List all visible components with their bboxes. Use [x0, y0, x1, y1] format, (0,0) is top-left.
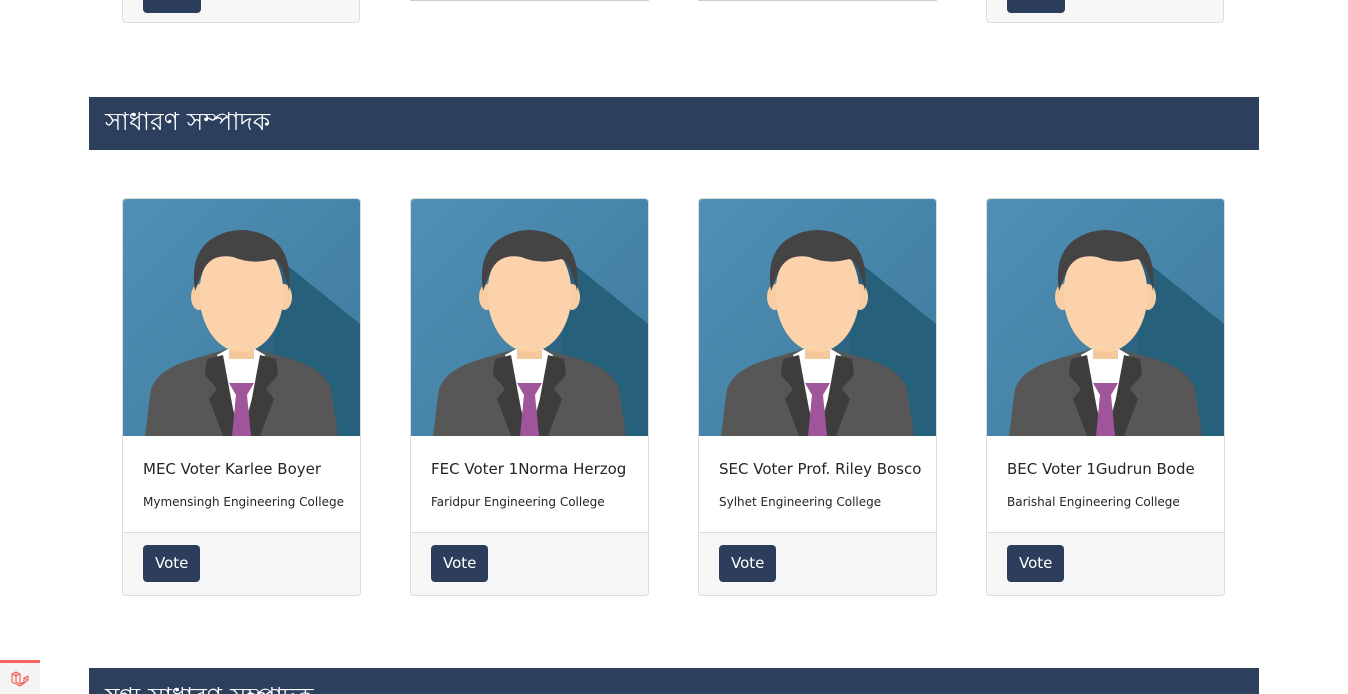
candidate-college: Sylhet Engineering College: [719, 495, 882, 509]
page: সাধারণ সম্পাদক MEC Voter Karlee Boyer My…: [0, 0, 1348, 694]
person-avatar-icon: [411, 199, 648, 436]
card-footer: Vote: [411, 532, 648, 595]
candidate-card: BEC Voter 1Gudrun Bode Barishal Engineer…: [986, 198, 1225, 596]
person-avatar-icon: [987, 199, 1224, 436]
card-body: FEC Voter 1Norma Herzog Faridpur Enginee…: [411, 436, 648, 532]
vote-button[interactable]: Vote: [431, 545, 489, 582]
person-avatar-icon: [699, 199, 936, 436]
card-footer: Vote: [699, 532, 936, 595]
previous-card-3-edge: [698, 0, 937, 1]
candidate-name: BEC Voter 1Gudrun Bode: [1007, 460, 1195, 478]
candidate-name: SEC Voter Prof. Riley Bosco: [719, 460, 922, 478]
section-header-general-secretary: সাধারণ সম্পাদক: [89, 97, 1259, 150]
vote-button[interactable]: Vote: [719, 545, 777, 582]
candidate-card: MEC Voter Karlee Boyer Mymensingh Engine…: [122, 198, 361, 596]
laravel-icon: [11, 670, 29, 687]
debugbar-toggle[interactable]: [0, 660, 40, 694]
candidate-college: Faridpur Engineering College: [431, 495, 605, 509]
card-body: BEC Voter 1Gudrun Bode Barishal Engineer…: [987, 436, 1224, 532]
previous-vote-button[interactable]: [1007, 0, 1065, 13]
vote-button[interactable]: Vote: [143, 545, 201, 582]
previous-vote-button[interactable]: [143, 0, 201, 13]
candidate-college: Mymensingh Engineering College: [143, 495, 344, 509]
candidate-name: FEC Voter 1Norma Herzog: [431, 460, 627, 478]
previous-card-2-edge: [410, 0, 649, 1]
card-footer: Vote: [123, 532, 360, 595]
candidate-name: MEC Voter Karlee Boyer: [143, 460, 322, 478]
card-body: SEC Voter Prof. Riley Bosco Sylhet Engin…: [699, 436, 936, 532]
previous-card-1: [122, 0, 360, 23]
card-body: MEC Voter Karlee Boyer Mymensingh Engine…: [123, 436, 360, 532]
candidate-card: FEC Voter 1Norma Herzog Faridpur Enginee…: [410, 198, 649, 596]
previous-card-4: [986, 0, 1224, 23]
candidate-college: Barishal Engineering College: [1007, 495, 1180, 509]
section-title: যুগ্ম সাধারণ সম্পাদক: [105, 677, 313, 694]
person-avatar-icon: [123, 199, 360, 436]
card-footer: Vote: [987, 532, 1224, 595]
candidate-card: SEC Voter Prof. Riley Bosco Sylhet Engin…: [698, 198, 937, 596]
previous-section-cards: [0, 0, 1348, 30]
vote-button[interactable]: Vote: [1007, 545, 1065, 582]
section-title: সাধারণ সম্পাদক: [105, 107, 271, 136]
section-header-joint-general-secretary: যুগ্ম সাধারণ সম্পাদক: [89, 668, 1259, 694]
